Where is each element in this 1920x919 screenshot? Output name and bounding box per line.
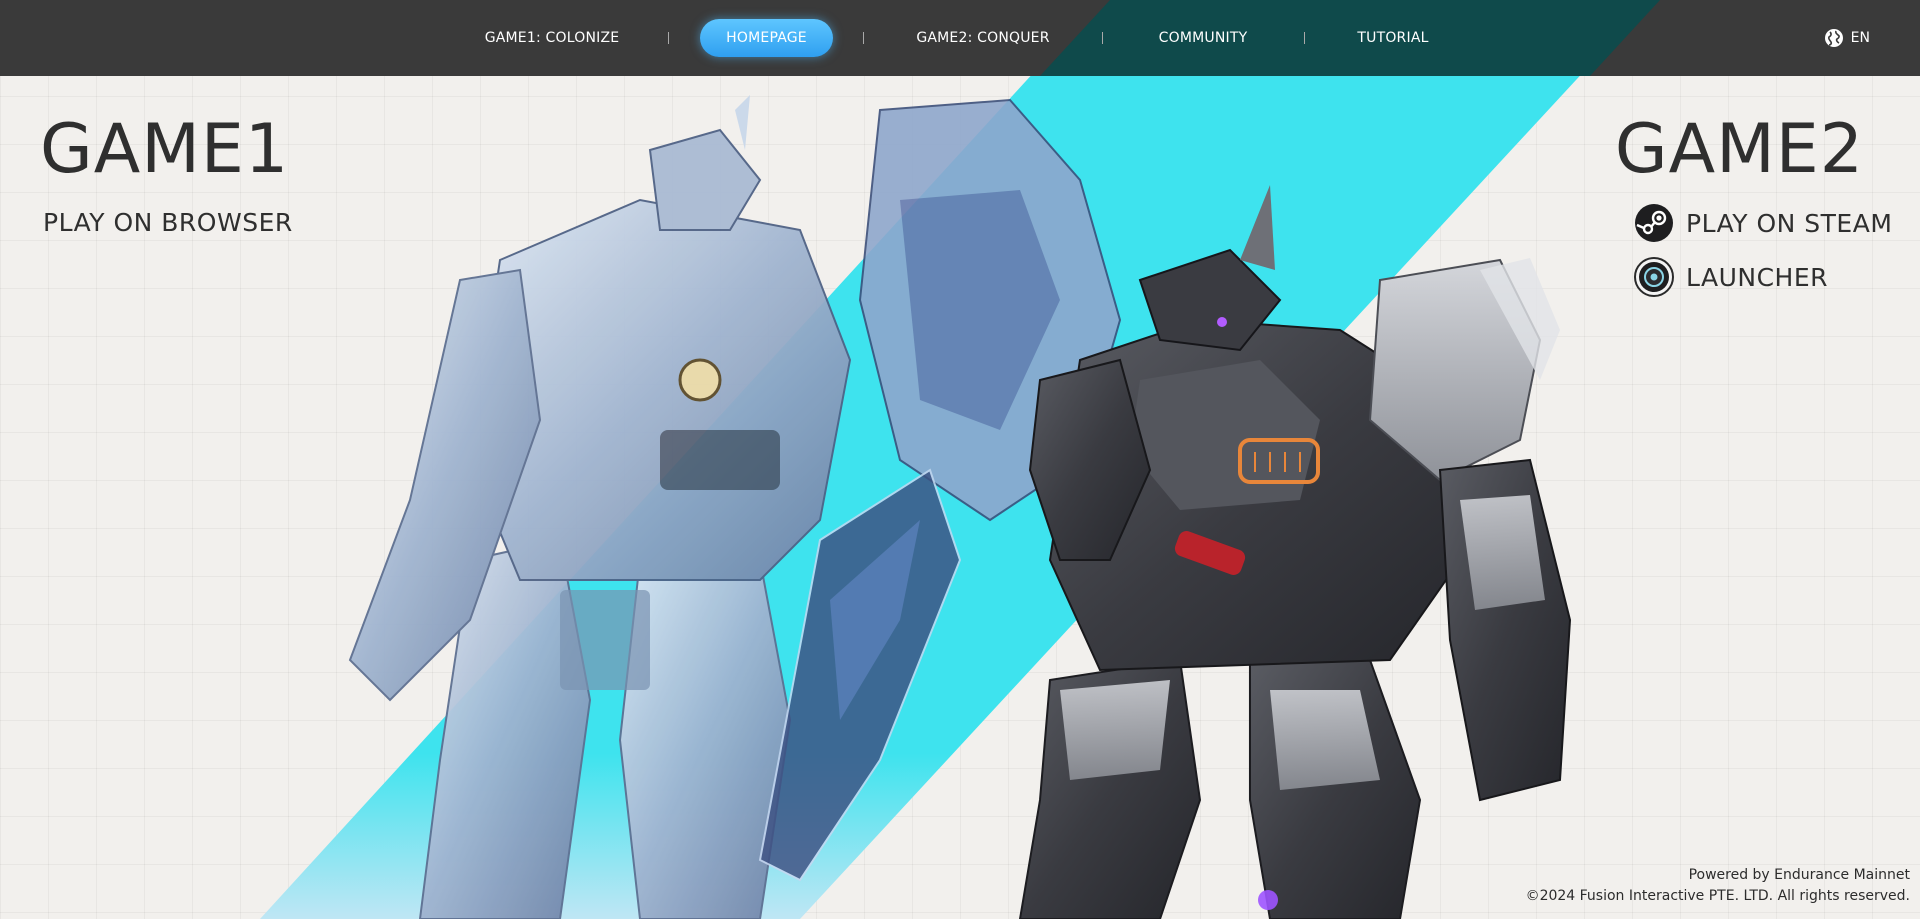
top-navigation-bar: GAME1: COLONIZE HOMEPAGE GAME2: CONQUER … (0, 0, 1920, 76)
footer: Powered by Endurance Mainnet ©2024 Fusio… (1526, 865, 1910, 907)
nav-separator (863, 32, 864, 44)
left-mech (348, 95, 1122, 919)
game2-title: GAME2 (1614, 110, 1864, 189)
powered-by-text: Powered by Endurance Mainnet (1688, 867, 1910, 883)
nav-item-community[interactable]: COMMUNITY (1148, 19, 1258, 57)
nav-separator (1102, 32, 1103, 44)
globe-icon (1824, 29, 1843, 47)
nav-separator (668, 32, 669, 44)
nav-item-tutorial[interactable]: TUTORIAL (1352, 19, 1434, 57)
language-label: EN (1850, 30, 1870, 46)
language-selector[interactable]: EN (1824, 27, 1870, 49)
game1-title: GAME1 (40, 110, 290, 189)
launcher-label: LAUNCHER (1686, 262, 1829, 292)
steam-icon (1635, 204, 1673, 242)
copyright-text: ©2024 Fusion Interactive PTE. LTD. All r… (1525, 888, 1910, 904)
launcher-link[interactable]: LAUNCHER (1634, 257, 1828, 297)
nav-item-game2-conquer[interactable]: GAME2: CONQUER (904, 19, 1062, 57)
nav-item-game1-colonize[interactable]: GAME1: COLONIZE (470, 19, 634, 57)
play-on-steam-label: PLAY ON STEAM (1686, 208, 1893, 238)
play-on-steam-link[interactable]: PLAY ON STEAM (1634, 203, 1892, 243)
nav-item-homepage[interactable]: HOMEPAGE (700, 19, 833, 57)
nav-links: GAME1: COLONIZE HOMEPAGE GAME2: CONQUER … (0, 0, 1920, 76)
play-on-browser-link[interactable]: PLAY ON BROWSER (43, 208, 293, 237)
nav-separator (1304, 32, 1305, 44)
launcher-icon (1634, 257, 1674, 297)
